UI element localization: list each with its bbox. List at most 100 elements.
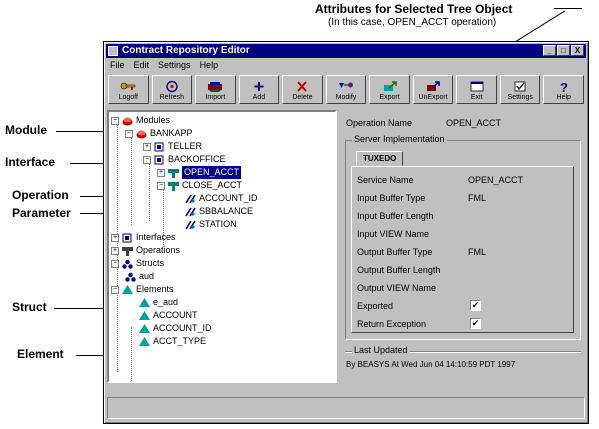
tree-pane[interactable]: − Modules − BANKAPP + TELLER − BACKOFFIC… xyxy=(107,110,337,383)
module-folder-icon xyxy=(122,117,133,125)
tree-item-account[interactable]: ACCOUNT xyxy=(139,309,198,322)
server-implementation-label: Server Implementation xyxy=(352,134,447,144)
close-button[interactable]: X xyxy=(571,45,584,56)
tree-item-structs[interactable]: − Structs xyxy=(111,257,164,270)
tree-item-sbbalance[interactable]: SBBALANCE xyxy=(185,205,253,218)
tab-tuxedo[interactable]: TUXEDO xyxy=(356,151,404,166)
input-buffer-length-label: Input Buffer Length xyxy=(357,211,434,221)
export-button[interactable]: Export xyxy=(369,75,410,104)
title-bar[interactable]: Contract Repository Editor _ □ X xyxy=(106,44,586,58)
tree-label-e-aud: e_aud xyxy=(153,297,179,307)
maximize-button[interactable]: □ xyxy=(557,45,570,56)
operation-name-value[interactable]: OPEN_ACCT xyxy=(446,118,501,128)
menu-file[interactable]: File xyxy=(110,59,125,72)
input-buffer-type-value[interactable]: FML xyxy=(468,193,486,203)
help-button[interactable]: ? Help xyxy=(543,75,585,104)
tree-label-operations: Operations xyxy=(136,245,181,255)
tree-item-operations[interactable]: + Operations xyxy=(111,244,180,257)
exported-checkbox[interactable]: ✔ xyxy=(470,300,481,311)
expand-icon[interactable]: + xyxy=(111,233,119,242)
attributes-callout-title: Attributes for Selected Tree Object xyxy=(315,2,513,16)
input-view-name-label: Input VIEW Name xyxy=(357,229,430,239)
last-updated-label: Last Updated xyxy=(352,345,410,355)
menu-help[interactable]: Help xyxy=(200,59,219,72)
key-icon xyxy=(120,82,136,90)
modify-button[interactable]: Modify xyxy=(325,75,367,104)
collapse-icon[interactable]: − xyxy=(111,116,119,125)
toolbar: Logoff Refresh Import Add Delete Modify … xyxy=(108,75,585,105)
tree-label-acct-type: ACCT_TYPE xyxy=(153,336,207,346)
tree-item-open-acct[interactable]: + OPEN_ACCT xyxy=(157,166,242,179)
attributes-callout-subtitle: (In this case, OPEN_ACCT operation) xyxy=(328,17,497,28)
tree-item-e-aud[interactable]: e_aud xyxy=(139,296,178,309)
expand-icon[interactable]: + xyxy=(143,142,151,151)
output-buffer-length-label: Output Buffer Length xyxy=(357,265,441,275)
output-buffer-type-label: Output Buffer Type xyxy=(357,247,433,257)
return-exception-checkbox[interactable]: ✔ xyxy=(470,318,481,329)
expand-icon[interactable]: + xyxy=(157,168,165,177)
collapse-icon[interactable]: − xyxy=(143,155,151,164)
output-buffer-type-value[interactable]: FML xyxy=(468,247,486,257)
collapse-icon[interactable]: − xyxy=(125,129,133,138)
collapse-icon[interactable]: − xyxy=(111,285,119,294)
help-icon: ? xyxy=(560,80,568,93)
import-icon xyxy=(208,82,223,92)
operation-callout: Operation xyxy=(12,188,69,202)
collapse-icon[interactable]: − xyxy=(157,181,165,190)
service-name-label: Service Name xyxy=(357,175,414,185)
refresh-button[interactable]: Refresh xyxy=(151,75,193,104)
struct-folder-icon xyxy=(122,259,133,269)
tree-label-open-acct: OPEN_ACCT xyxy=(182,166,242,179)
tree-item-station[interactable]: STATION xyxy=(185,218,237,231)
parameter-icon xyxy=(185,207,196,216)
tree-item-bankapp[interactable]: − BANKAPP xyxy=(125,127,193,140)
output-view-name-label: Output VIEW Name xyxy=(357,283,437,293)
tree-label-backoffice: BACKOFFICE xyxy=(168,154,226,164)
menu-settings[interactable]: Settings xyxy=(158,59,191,72)
app-icon xyxy=(108,46,118,56)
interface-icon xyxy=(154,155,164,164)
tree-label-station: STATION xyxy=(199,219,237,229)
settings-button[interactable]: Settings xyxy=(499,75,541,104)
service-name-value[interactable]: OPEN_ACCT xyxy=(468,175,523,185)
exit-button[interactable]: Exit xyxy=(456,75,497,104)
minimize-button[interactable]: _ xyxy=(543,45,556,56)
logoff-button[interactable]: Logoff xyxy=(108,75,149,104)
import-button[interactable]: Import xyxy=(195,75,236,104)
element-icon xyxy=(139,297,150,307)
delete-button[interactable]: Delete xyxy=(282,75,323,104)
svg-text:?: ? xyxy=(560,80,568,93)
tree-label-teller: TELLER xyxy=(168,141,203,151)
tree-item-account-id-element[interactable]: ACCOUNT_ID xyxy=(139,322,212,335)
element-icon xyxy=(139,323,150,333)
refresh-icon xyxy=(166,80,178,93)
tree-item-backoffice[interactable]: − BACKOFFICE xyxy=(143,153,226,166)
refresh-label: Refresh xyxy=(159,94,185,101)
tree-item-acct-type[interactable]: ACCT_TYPE xyxy=(139,335,206,348)
add-button[interactable]: Add xyxy=(238,75,280,104)
tree-item-modules[interactable]: − Modules xyxy=(111,114,170,127)
struct-callout: Struct xyxy=(12,300,47,314)
unexport-button[interactable]: UnExport xyxy=(412,75,454,104)
interface-icon xyxy=(154,142,164,151)
tree-item-teller[interactable]: + TELLER xyxy=(143,140,202,153)
tree-item-close-acct[interactable]: − CLOSE_ACCT xyxy=(157,179,242,192)
expand-icon[interactable]: + xyxy=(111,246,119,255)
settings-icon xyxy=(514,81,526,92)
tree-label-sbbalance: SBBALANCE xyxy=(199,206,254,216)
tree-label-structs: Structs xyxy=(136,258,165,268)
struct-leader xyxy=(54,308,104,309)
tree-label-close-acct: CLOSE_ACCT xyxy=(182,180,243,190)
input-buffer-type-label: Input Buffer Type xyxy=(357,193,426,203)
parameter-icon xyxy=(185,220,196,229)
tree-item-interfaces[interactable]: + Interfaces xyxy=(111,231,176,244)
delete-icon xyxy=(297,81,308,92)
tree-item-account-id[interactable]: ACCOUNT_ID xyxy=(185,192,258,205)
tree-label-account-id-element: ACCOUNT_ID xyxy=(153,323,212,333)
tree-item-elements[interactable]: − Elements xyxy=(111,283,174,296)
export-icon xyxy=(383,81,397,91)
tree-item-aud[interactable]: aud xyxy=(125,270,154,283)
collapse-icon[interactable]: − xyxy=(111,259,119,268)
app-window: Contract Repository Editor _ □ X File Ed… xyxy=(103,41,589,424)
menu-edit[interactable]: Edit xyxy=(134,59,150,72)
